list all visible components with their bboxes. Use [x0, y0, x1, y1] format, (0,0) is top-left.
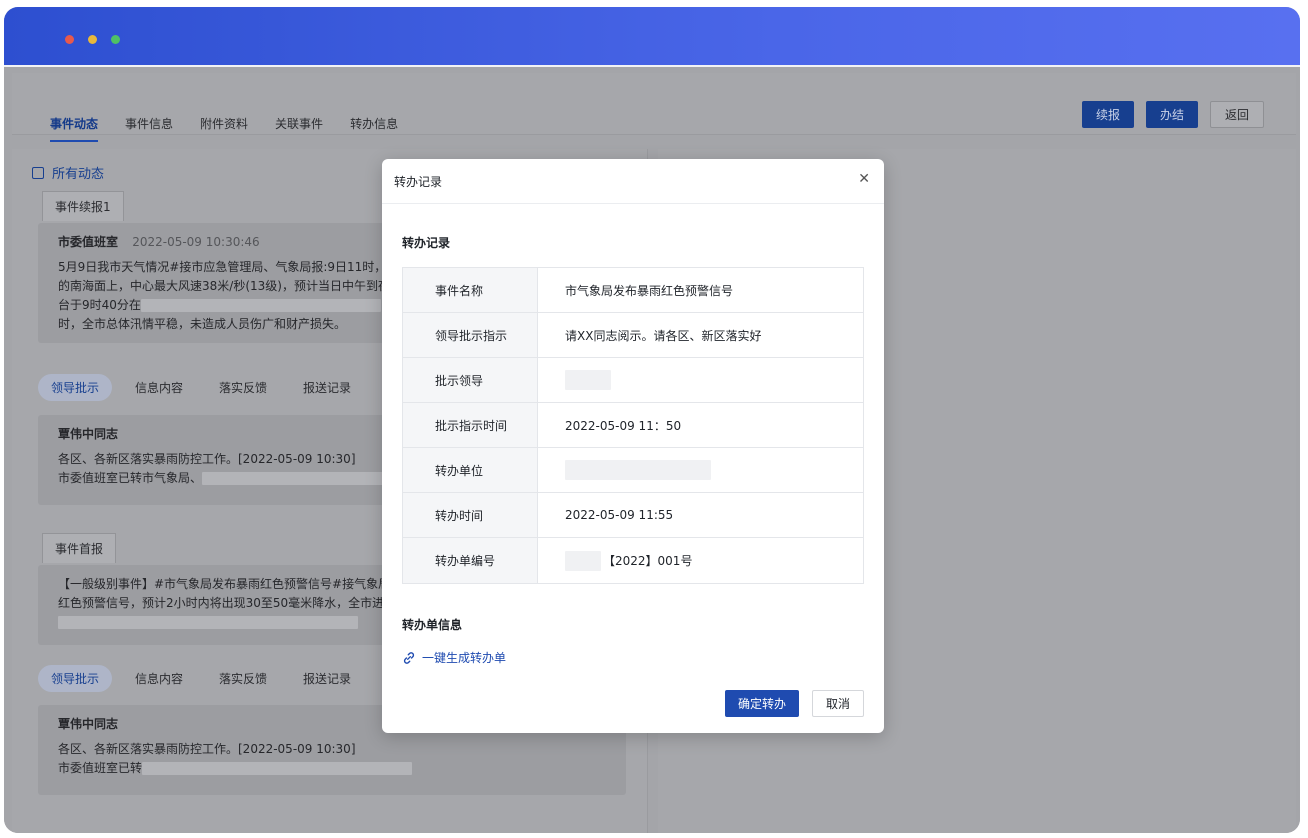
subtab-feedback[interactable]: 落实反馈 [206, 665, 280, 692]
row-label: 转办单位 [403, 448, 538, 492]
top-actions: 续报 办结 返回 [1081, 101, 1264, 128]
close-icon[interactable]: ✕ [858, 171, 870, 187]
tab-event-info[interactable]: 事件信息 [125, 115, 173, 142]
row-label: 批示领导 [403, 358, 538, 402]
dialog-actions: 确定转办 取消 [724, 690, 864, 717]
row-value-redacted [538, 358, 863, 402]
generate-transfer-sheet-link[interactable]: 一键生成转办单 [402, 649, 506, 666]
table-row: 转办单编号 【2022】001号 [403, 538, 863, 583]
confirm-transfer-button[interactable]: 确定转办 [724, 690, 799, 717]
subtab-info-content[interactable]: 信息内容 [122, 665, 196, 692]
row-value-redacted [538, 448, 863, 492]
back-button[interactable]: 返回 [1209, 101, 1264, 128]
tab-event-dynamics[interactable]: 事件动态 [50, 115, 99, 142]
transfer-record-heading: 转办记录 [402, 236, 451, 250]
subtab-bar-1: 领导批示 信息内容 落实反馈 报送记录 [38, 374, 374, 401]
row-label: 转办单编号 [403, 538, 538, 583]
dialog-title: 转办记录 [394, 174, 443, 189]
table-row: 领导批示指示 请XX同志阅示。请各区、新区落实好 [403, 313, 863, 358]
row-label: 领导批示指示 [403, 313, 538, 357]
redacted-block [58, 616, 358, 629]
chip-followup-report[interactable]: 事件续报1 [42, 191, 124, 221]
row-label: 事件名称 [403, 268, 538, 312]
tab-bar: 事件动态 事件信息 附件资料 关联事件 转办信息 [50, 115, 425, 142]
row-value: 2022-05-09 11：50 [565, 418, 682, 433]
cancel-button[interactable]: 取消 [811, 690, 864, 717]
table-row: 转办时间 2022-05-09 11:55 [403, 493, 863, 538]
transfer-record-dialog: 转办记录 ✕ 转办记录 事件名称 市气象局发布暴雨红色预警信号 领导批示指示 请… [382, 159, 884, 733]
instruction-line-redacted: 市委值班室已转 [58, 759, 606, 778]
card-time: 2022-05-09 10:30:46 [132, 235, 260, 249]
cube-icon [32, 166, 44, 179]
table-row: 批示指示时间 2022-05-09 11：50 [403, 403, 863, 448]
transfer-record-table: 事件名称 市气象局发布暴雨红色预警信号 领导批示指示 请XX同志阅示。请各区、新… [402, 267, 864, 584]
subtab-bar-2: 领导批示 信息内容 落实反馈 报送记录 [38, 665, 374, 692]
table-row: 事件名称 市气象局发布暴雨红色预警信号 [403, 268, 863, 313]
table-row: 批示领导 [403, 358, 863, 403]
all-dynamics-label: 所有动态 [52, 167, 105, 182]
tab-related-events[interactable]: 关联事件 [275, 115, 323, 142]
tab-transfer-info[interactable]: 转办信息 [350, 115, 398, 142]
redacted-block [565, 370, 611, 390]
minimize-window-dot[interactable] [88, 35, 97, 44]
redacted-block [140, 299, 381, 312]
generate-link-label: 一键生成转办单 [422, 651, 507, 665]
redacted-block [202, 472, 393, 485]
subtab-submission-record[interactable]: 报送记录 [290, 665, 364, 692]
table-row: 转办单位 [403, 448, 863, 493]
link-icon [403, 651, 415, 664]
transfer-sheet-heading: 转办单信息 [402, 618, 463, 632]
subtab-submission-record[interactable]: 报送记录 [290, 374, 364, 401]
row-value-partial: 【2022】001号 [538, 538, 863, 583]
tab-attachments[interactable]: 附件资料 [200, 115, 248, 142]
subtab-info-content[interactable]: 信息内容 [122, 374, 196, 401]
subtab-leader-instructions[interactable]: 领导批示 [38, 665, 113, 692]
close-window-dot[interactable] [65, 35, 74, 44]
card-author: 市委值班室 [58, 235, 119, 249]
row-label: 批示指示时间 [403, 403, 538, 447]
chip-first-report[interactable]: 事件首报 [42, 533, 117, 563]
dialog-header: 转办记录 [382, 159, 884, 204]
row-value: 2022-05-09 11:55 [565, 508, 674, 522]
maximize-window-dot[interactable] [111, 35, 120, 44]
redacted-block [142, 762, 413, 775]
title-bar [4, 7, 1300, 65]
subtab-leader-instructions[interactable]: 领导批示 [38, 374, 113, 401]
instruction-line: 各区、各新区落实暴雨防控工作。[2022-05-09 10:30] [58, 742, 356, 756]
finish-button[interactable]: 办结 [1145, 101, 1198, 128]
all-dynamics-title: 所有动态 [32, 163, 104, 182]
subtab-feedback[interactable]: 落实反馈 [206, 374, 280, 401]
redacted-block [565, 460, 711, 480]
redacted-block [565, 550, 601, 571]
top-bar: 事件动态 事件信息 附件资料 关联事件 转办信息 续报 办结 返回 [12, 73, 1296, 142]
report-button[interactable]: 续报 [1081, 101, 1134, 128]
row-value: 请XX同志阅示。请各区、新区落实好 [565, 328, 762, 343]
row-value: 市气象局发布暴雨红色预警信号 [565, 283, 734, 298]
row-label: 转办时间 [403, 493, 538, 537]
